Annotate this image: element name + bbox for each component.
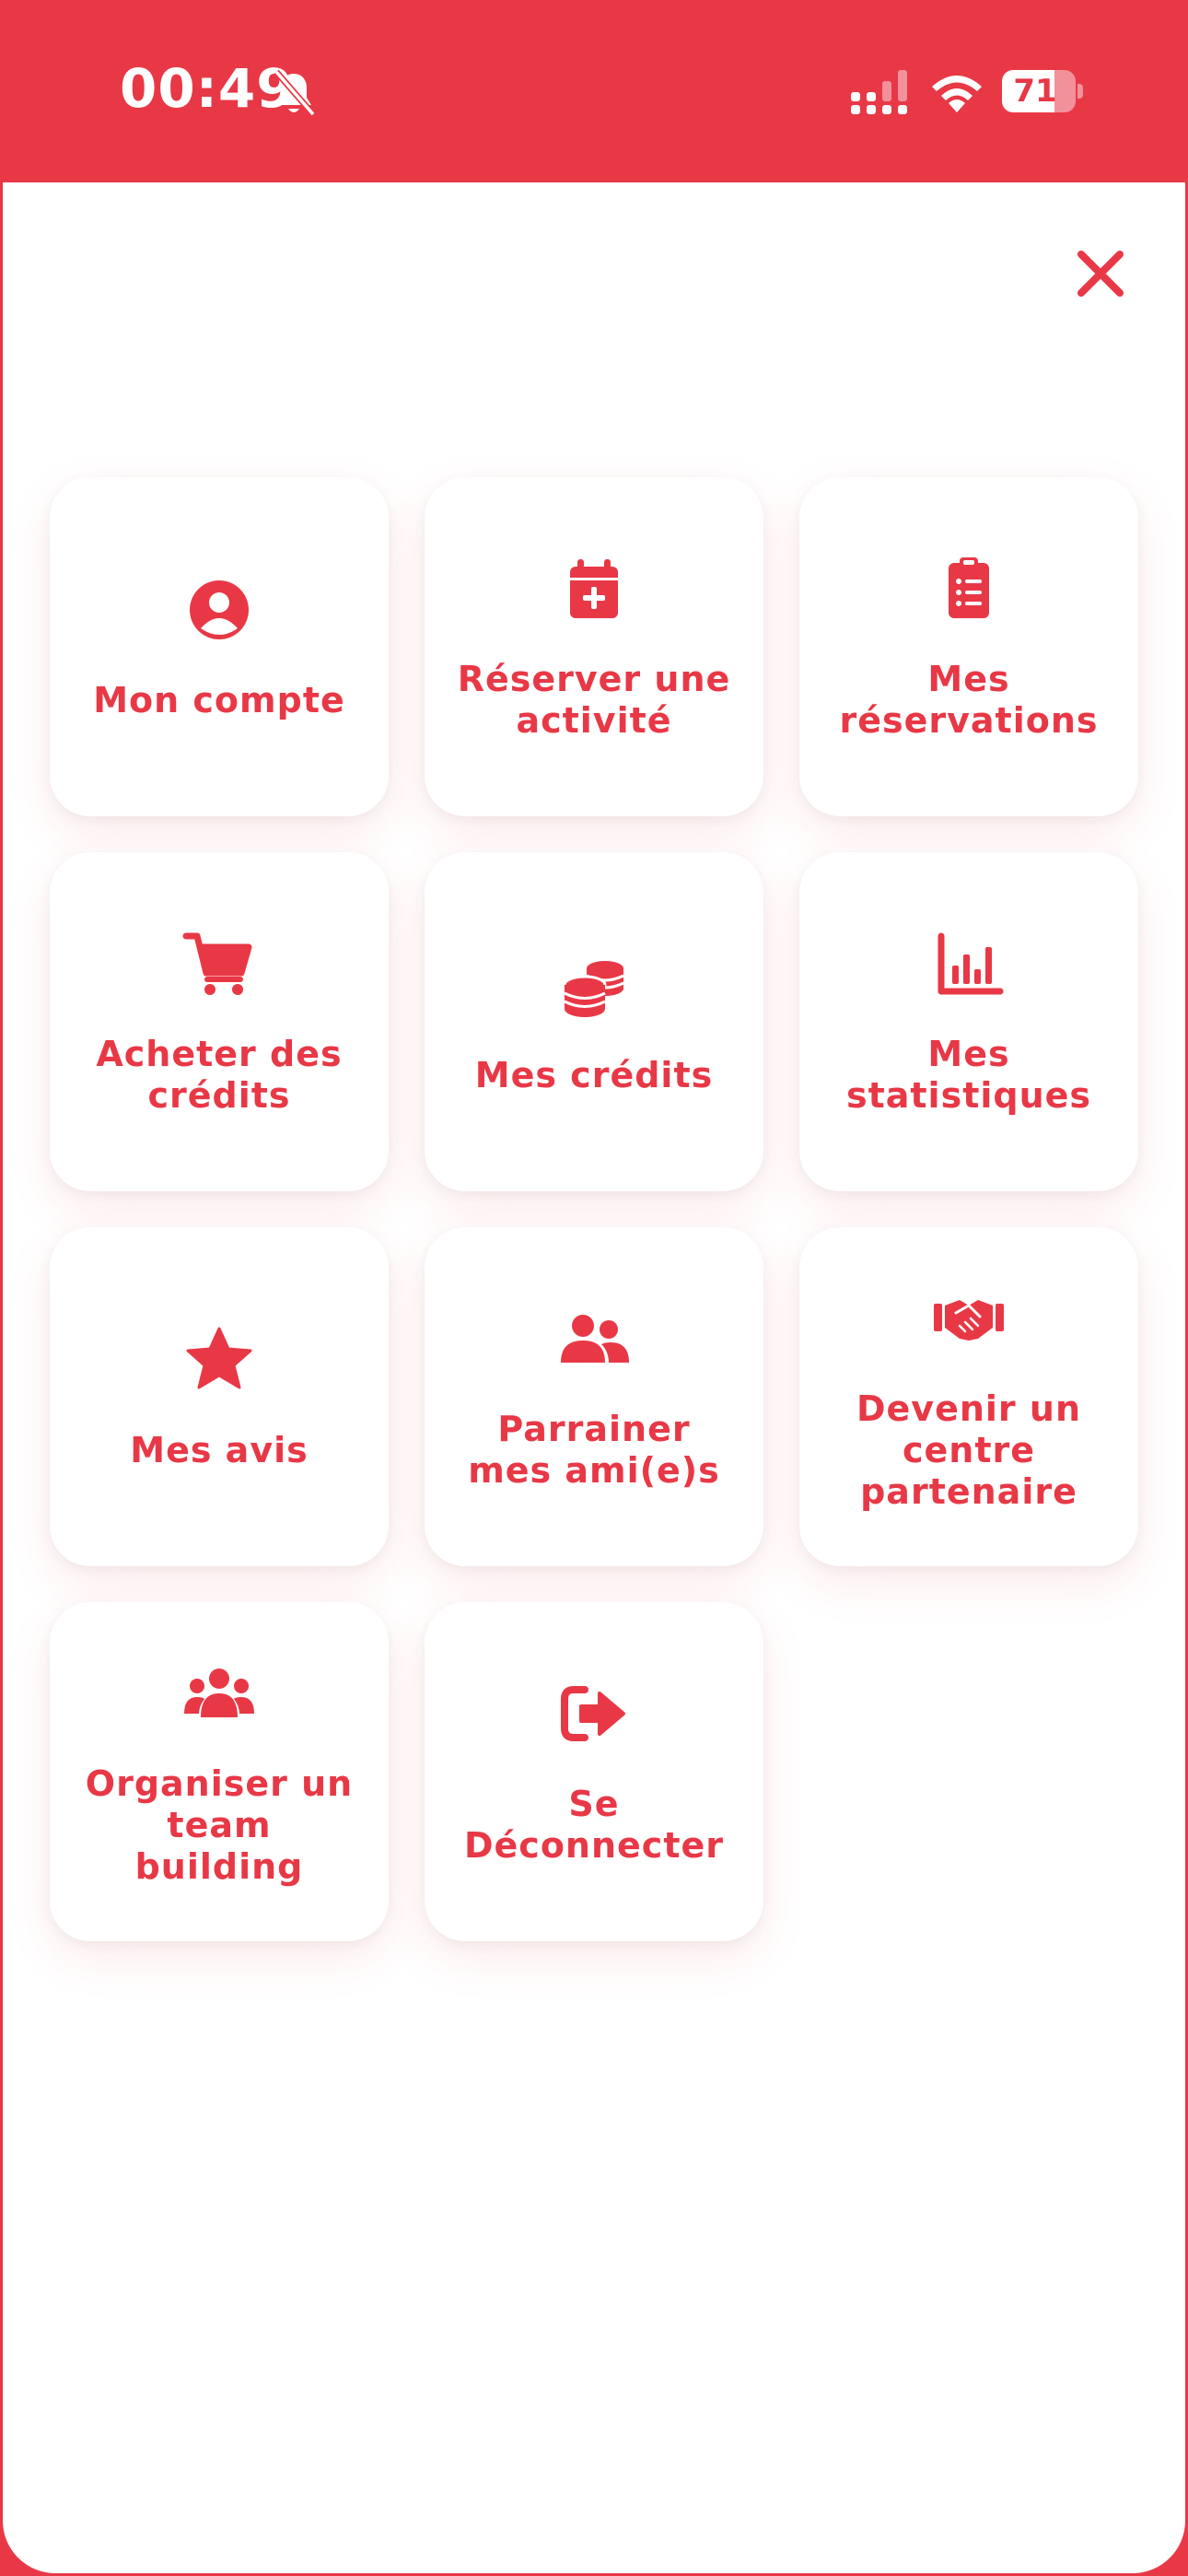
menu-tile-mes-statistiques[interactable]: Mes statistiques — [799, 852, 1138, 1191]
menu-tile-mon-compte[interactable]: Mon compte — [50, 477, 389, 816]
battery-indicator: 71 — [1002, 70, 1083, 112]
users-group-icon — [184, 1668, 254, 1717]
menu-tile-mes-credits[interactable]: Mes crédits — [425, 852, 763, 1191]
menu-tile-mes-reservations[interactable]: Mes réservations — [799, 477, 1138, 816]
wifi-icon — [932, 76, 982, 112]
bell-slash-icon — [274, 69, 316, 117]
menu-tile-devenir-partenaire[interactable]: Devenir un centre partenaire — [799, 1227, 1138, 1566]
handshake-icon — [934, 1299, 1004, 1341]
status-time: 00:49 — [120, 57, 295, 120]
star-icon — [186, 1327, 252, 1388]
menu-tile-mes-avis[interactable]: Mes avis — [50, 1227, 389, 1566]
signal-icon — [851, 70, 907, 114]
sign-out-icon — [561, 1686, 625, 1741]
menu-tile-parrainer-amis[interactable]: Parrainer mes ami(e)s — [425, 1227, 763, 1566]
menu-tile-team-building[interactable]: Organiser un team building — [50, 1602, 389, 1941]
menu-tile-label: Mes statistiques — [845, 1034, 1092, 1116]
menu-tile-label: Réserver une activité — [457, 659, 731, 741]
bar-chart-icon — [938, 932, 1004, 995]
battery-level: 71 — [1013, 73, 1057, 110]
menu-tile-reserver-activite[interactable]: Réserver une activité — [425, 477, 763, 816]
menu-grid: Mon compte Réserver une activité Mes rés… — [50, 477, 1138, 1941]
user-friends-icon — [561, 1315, 629, 1363]
menu-tile-label: Parrainer mes ami(e)s — [468, 1409, 720, 1491]
menu-tile-label: Organiser un team building — [85, 1762, 354, 1887]
menu-tile-label: Mes réservations — [839, 659, 1099, 741]
status-bar: 00:49 71 — [0, 0, 1188, 182]
menu-tile-label: Acheter des crédits — [96, 1034, 343, 1116]
menu-tile-label: Mes crédits — [474, 1054, 714, 1095]
menu-tile-label: Mon compte — [93, 679, 345, 720]
coins-icon — [563, 960, 624, 1017]
user-circle-icon — [190, 580, 249, 639]
menu-tile-acheter-credits[interactable]: Acheter des crédits — [50, 852, 389, 1191]
clipboard-list-icon — [949, 557, 989, 618]
close-icon[interactable] — [1068, 241, 1133, 306]
calendar-plus-icon — [570, 559, 618, 618]
menu-tile-se-deconnecter[interactable]: Se Déconnecter — [425, 1602, 763, 1941]
menu-tile-label: Se Déconnecter — [463, 1784, 725, 1866]
menu-tile-label: Mes avis — [130, 1429, 309, 1470]
app-screen: 00:49 71 Mon compte Réserver une activit… — [0, 0, 1188, 2576]
menu-tile-label: Devenir un centre partenaire — [856, 1388, 1081, 1512]
cart-icon — [182, 932, 252, 995]
